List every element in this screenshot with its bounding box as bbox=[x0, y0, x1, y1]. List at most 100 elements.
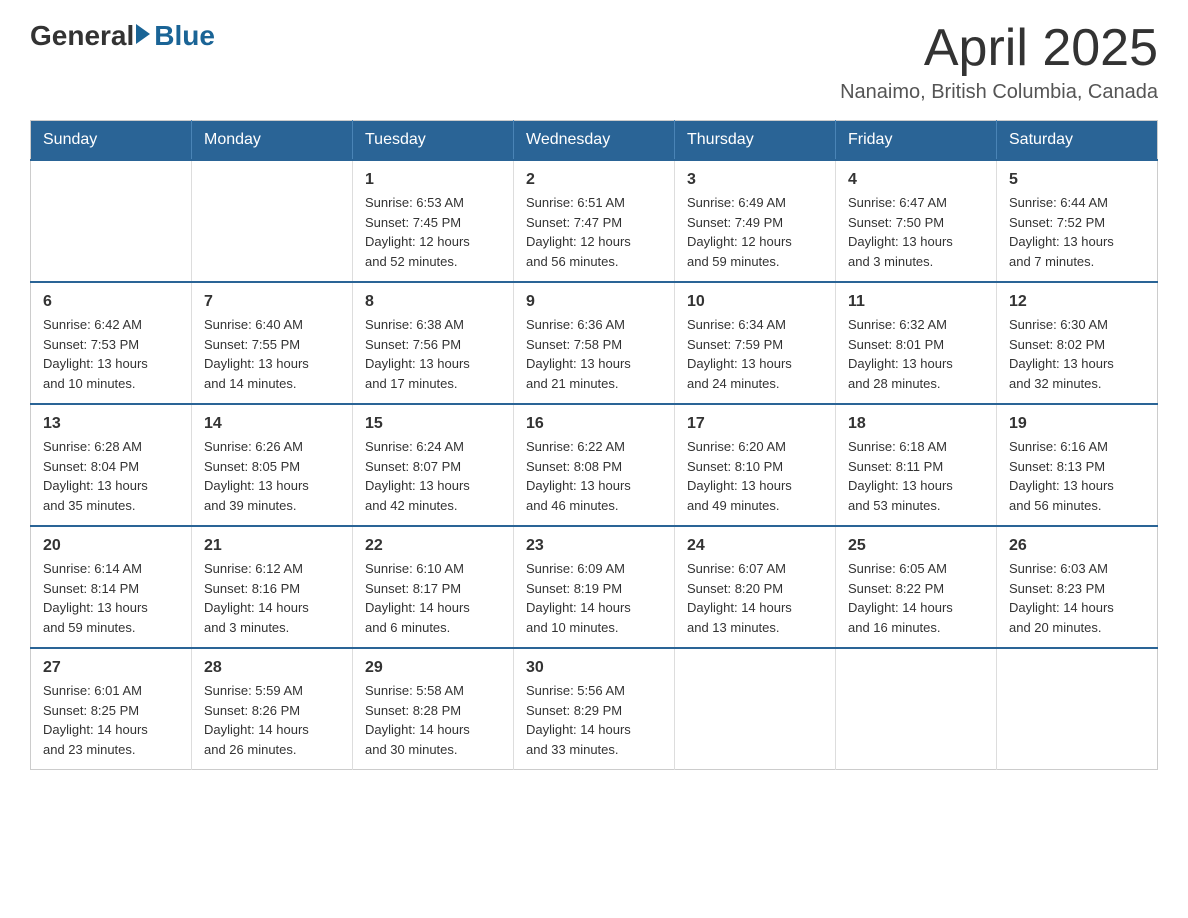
calendar-cell: 8Sunrise: 6:38 AMSunset: 7:56 PMDaylight… bbox=[353, 282, 514, 404]
calendar-cell: 23Sunrise: 6:09 AMSunset: 8:19 PMDayligh… bbox=[514, 526, 675, 648]
weekday-header-saturday: Saturday bbox=[997, 121, 1158, 161]
calendar-cell bbox=[997, 648, 1158, 770]
calendar-cell: 4 Sunrise: 6:47 AMSunset: 7:50 PMDaylight… bbox=[836, 160, 997, 282]
day-number: 12 bbox=[1009, 293, 1145, 311]
day-number: 9 bbox=[526, 293, 662, 311]
day-number: 29 bbox=[365, 659, 501, 677]
calendar-cell: 7 Sunrise: 6:40 AMSunset: 7:55 PMDaylight… bbox=[192, 282, 353, 404]
day-info: Sunrise: 6:07 AMSunset: 8:20 PMDaylight:… bbox=[687, 559, 823, 637]
location-subtitle: Nanaimo, British Columbia, Canada bbox=[840, 81, 1158, 104]
calendar-cell: 30 Sunrise: 5:56 AMSunset: 8:29 PMDayligh… bbox=[514, 648, 675, 770]
day-number: 5 bbox=[1009, 171, 1145, 189]
title-section: April 2025 Nanaimo, British Columbia, Ca… bbox=[840, 20, 1158, 104]
day-number: 26 bbox=[1009, 537, 1145, 555]
calendar-week-4: 20 Sunrise: 6:14 AMSunset: 8:14 PMDayligh… bbox=[31, 526, 1158, 648]
day-info: Sunrise: 6:30 AMSunset: 8:02 PMDaylight:… bbox=[1009, 315, 1145, 393]
day-info: Sunrise: 5:58 AMSunset: 8:28 PMDaylight:… bbox=[365, 681, 501, 759]
day-number: 13 bbox=[43, 415, 179, 433]
calendar-cell bbox=[192, 160, 353, 282]
weekday-header-tuesday: Tuesday bbox=[353, 121, 514, 161]
day-number: 11 bbox=[848, 293, 984, 311]
logo: General Blue bbox=[30, 20, 215, 52]
day-number: 7 bbox=[204, 293, 340, 311]
day-number: 8 bbox=[365, 293, 501, 311]
day-info: Sunrise: 6:51 AMSunset: 7:47 PMDaylight:… bbox=[526, 193, 662, 271]
calendar-cell bbox=[675, 648, 836, 770]
day-info: Sunrise: 5:56 AMSunset: 8:29 PMDaylight:… bbox=[526, 681, 662, 759]
logo-arrow-icon bbox=[136, 24, 150, 44]
calendar-cell bbox=[836, 648, 997, 770]
calendar-cell: 11 Sunrise: 6:32 AMSunset: 8:01 PMDayligh… bbox=[836, 282, 997, 404]
calendar-cell: 29 Sunrise: 5:58 AMSunset: 8:28 PMDayligh… bbox=[353, 648, 514, 770]
day-number: 1 bbox=[365, 171, 501, 189]
day-number: 20 bbox=[43, 537, 179, 555]
day-info: Sunrise: 6:22 AMSunset: 8:08 PMDaylight:… bbox=[526, 437, 662, 515]
weekday-header-wednesday: Wednesday bbox=[514, 121, 675, 161]
day-number: 17 bbox=[687, 415, 823, 433]
calendar-cell: 21Sunrise: 6:12 AMSunset: 8:16 PMDayligh… bbox=[192, 526, 353, 648]
calendar-cell: 27Sunrise: 6:01 AMSunset: 8:25 PMDayligh… bbox=[31, 648, 192, 770]
day-info: Sunrise: 6:12 AMSunset: 8:16 PMDaylight:… bbox=[204, 559, 340, 637]
day-number: 6 bbox=[43, 293, 179, 311]
day-number: 15 bbox=[365, 415, 501, 433]
weekday-header-sunday: Sunday bbox=[31, 121, 192, 161]
day-info: Sunrise: 6:53 AMSunset: 7:45 PMDaylight:… bbox=[365, 193, 501, 271]
day-info: Sunrise: 6:20 AMSunset: 8:10 PMDaylight:… bbox=[687, 437, 823, 515]
day-number: 19 bbox=[1009, 415, 1145, 433]
day-info: Sunrise: 6:47 AMSunset: 7:50 PMDaylight:… bbox=[848, 193, 984, 271]
day-number: 10 bbox=[687, 293, 823, 311]
day-number: 4 bbox=[848, 171, 984, 189]
day-info: Sunrise: 6:10 AMSunset: 8:17 PMDaylight:… bbox=[365, 559, 501, 637]
day-info: Sunrise: 6:09 AMSunset: 8:19 PMDaylight:… bbox=[526, 559, 662, 637]
calendar-cell bbox=[31, 160, 192, 282]
day-info: Sunrise: 6:42 AMSunset: 7:53 PMDaylight:… bbox=[43, 315, 179, 393]
day-number: 18 bbox=[848, 415, 984, 433]
day-number: 28 bbox=[204, 659, 340, 677]
day-info: Sunrise: 6:14 AMSunset: 8:14 PMDaylight:… bbox=[43, 559, 179, 637]
calendar-cell: 2 Sunrise: 6:51 AMSunset: 7:47 PMDaylight… bbox=[514, 160, 675, 282]
day-info: Sunrise: 6:01 AMSunset: 8:25 PMDaylight:… bbox=[43, 681, 179, 759]
day-info: Sunrise: 6:03 AMSunset: 8:23 PMDaylight:… bbox=[1009, 559, 1145, 637]
calendar-cell: 1 Sunrise: 6:53 AMSunset: 7:45 PMDaylight… bbox=[353, 160, 514, 282]
calendar-cell: 9Sunrise: 6:36 AMSunset: 7:58 PMDaylight… bbox=[514, 282, 675, 404]
calendar-cell: 17 Sunrise: 6:20 AMSunset: 8:10 PMDayligh… bbox=[675, 404, 836, 526]
month-title: April 2025 bbox=[840, 20, 1158, 77]
day-info: Sunrise: 6:49 AMSunset: 7:49 PMDaylight:… bbox=[687, 193, 823, 271]
weekday-header-row: SundayMondayTuesdayWednesdayThursdayFrid… bbox=[31, 121, 1158, 161]
calendar-week-2: 6 Sunrise: 6:42 AMSunset: 7:53 PMDaylight… bbox=[31, 282, 1158, 404]
day-info: Sunrise: 6:40 AMSunset: 7:55 PMDaylight:… bbox=[204, 315, 340, 393]
day-number: 14 bbox=[204, 415, 340, 433]
calendar-cell: 6 Sunrise: 6:42 AMSunset: 7:53 PMDaylight… bbox=[31, 282, 192, 404]
calendar-cell: 26 Sunrise: 6:03 AMSunset: 8:23 PMDayligh… bbox=[997, 526, 1158, 648]
day-number: 16 bbox=[526, 415, 662, 433]
day-info: Sunrise: 6:16 AMSunset: 8:13 PMDaylight:… bbox=[1009, 437, 1145, 515]
calendar-cell: 22 Sunrise: 6:10 AMSunset: 8:17 PMDayligh… bbox=[353, 526, 514, 648]
calendar-cell: 16 Sunrise: 6:22 AMSunset: 8:08 PMDayligh… bbox=[514, 404, 675, 526]
day-number: 22 bbox=[365, 537, 501, 555]
weekday-header-monday: Monday bbox=[192, 121, 353, 161]
day-info: Sunrise: 6:34 AMSunset: 7:59 PMDaylight:… bbox=[687, 315, 823, 393]
calendar-cell: 18 Sunrise: 6:18 AMSunset: 8:11 PMDayligh… bbox=[836, 404, 997, 526]
calendar-cell: 13Sunrise: 6:28 AMSunset: 8:04 PMDayligh… bbox=[31, 404, 192, 526]
page-header: General Blue April 2025 Nanaimo, British… bbox=[30, 20, 1158, 104]
calendar-week-3: 13Sunrise: 6:28 AMSunset: 8:04 PMDayligh… bbox=[31, 404, 1158, 526]
day-number: 2 bbox=[526, 171, 662, 189]
calendar-week-1: 1 Sunrise: 6:53 AMSunset: 7:45 PMDaylight… bbox=[31, 160, 1158, 282]
calendar-cell: 10 Sunrise: 6:34 AMSunset: 7:59 PMDayligh… bbox=[675, 282, 836, 404]
day-info: Sunrise: 6:26 AMSunset: 8:05 PMDaylight:… bbox=[204, 437, 340, 515]
calendar-cell: 15Sunrise: 6:24 AMSunset: 8:07 PMDayligh… bbox=[353, 404, 514, 526]
day-number: 30 bbox=[526, 659, 662, 677]
day-info: Sunrise: 6:44 AMSunset: 7:52 PMDaylight:… bbox=[1009, 193, 1145, 271]
calendar-cell: 12 Sunrise: 6:30 AMSunset: 8:02 PMDayligh… bbox=[997, 282, 1158, 404]
calendar-cell: 5 Sunrise: 6:44 AMSunset: 7:52 PMDaylight… bbox=[997, 160, 1158, 282]
calendar-table: SundayMondayTuesdayWednesdayThursdayFrid… bbox=[30, 120, 1158, 770]
calendar-cell: 14 Sunrise: 6:26 AMSunset: 8:05 PMDayligh… bbox=[192, 404, 353, 526]
day-number: 25 bbox=[848, 537, 984, 555]
day-info: Sunrise: 6:18 AMSunset: 8:11 PMDaylight:… bbox=[848, 437, 984, 515]
day-info: Sunrise: 6:32 AMSunset: 8:01 PMDaylight:… bbox=[848, 315, 984, 393]
logo-blue-text: Blue bbox=[154, 20, 215, 52]
day-number: 3 bbox=[687, 171, 823, 189]
day-info: Sunrise: 5:59 AMSunset: 8:26 PMDaylight:… bbox=[204, 681, 340, 759]
calendar-cell: 28 Sunrise: 5:59 AMSunset: 8:26 PMDayligh… bbox=[192, 648, 353, 770]
weekday-header-thursday: Thursday bbox=[675, 121, 836, 161]
